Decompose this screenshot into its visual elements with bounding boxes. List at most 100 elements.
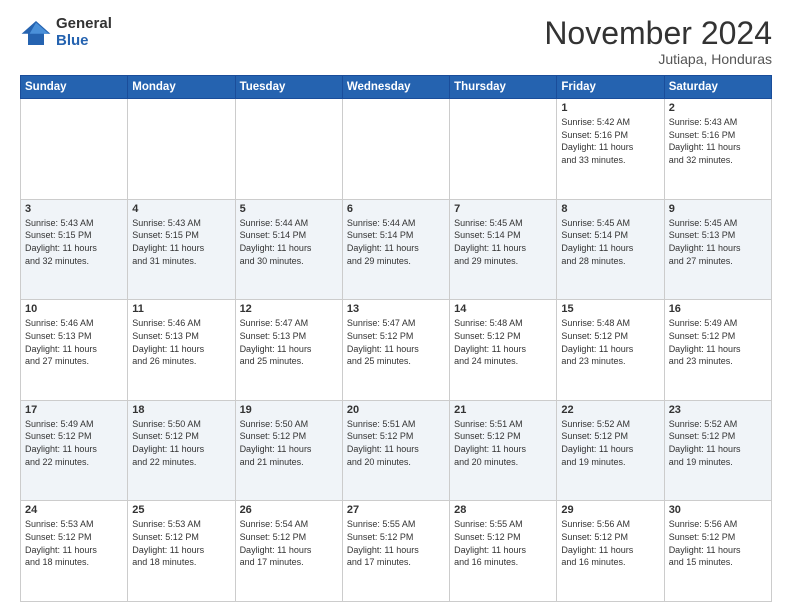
calendar-cell: 17 Sunrise: 5:49 AM Sunset: 5:12 PM Dayli…: [21, 400, 128, 501]
logo-text: General Blue: [56, 16, 112, 49]
day-info: Sunrise: 5:47 AM Sunset: 5:13 PM Dayligh…: [240, 317, 338, 367]
day-info: Sunrise: 5:46 AM Sunset: 5:13 PM Dayligh…: [132, 317, 230, 367]
calendar-cell: [342, 99, 449, 200]
weekday-header-row: SundayMondayTuesdayWednesdayThursdayFrid…: [21, 76, 772, 99]
day-number: 22: [561, 404, 659, 416]
calendar-cell: 26 Sunrise: 5:54 AM Sunset: 5:12 PM Dayli…: [235, 501, 342, 602]
calendar-cell: 2Sunrise: 5:43 AM Sunset: 5:16 PM Daylig…: [664, 99, 771, 200]
day-number: 13: [347, 303, 445, 315]
calendar-cell: 30 Sunrise: 5:56 AM Sunset: 5:12 PM Dayli…: [664, 501, 771, 602]
day-number: 26: [240, 504, 338, 516]
day-number: 17: [25, 404, 123, 416]
week-row-1: 1 Sunrise: 5:42 AM Sunset: 5:16 PM Daylig…: [21, 99, 772, 200]
day-number: 23: [669, 404, 767, 416]
day-number: 12: [240, 303, 338, 315]
day-number: 30: [669, 504, 767, 516]
day-number: 6: [347, 203, 445, 215]
weekday-header-friday: Friday: [557, 76, 664, 99]
day-info: Sunrise: 5:48 AM Sunset: 5:12 PM Dayligh…: [454, 317, 552, 367]
calendar-cell: 28 Sunrise: 5:55 AM Sunset: 5:12 PM Dayli…: [450, 501, 557, 602]
day-number: 18: [132, 404, 230, 416]
day-info: Sunrise: 5:47 AM Sunset: 5:12 PM Dayligh…: [347, 317, 445, 367]
logo-icon: [20, 19, 52, 47]
month-title: November 2024: [544, 16, 772, 51]
day-info: Sunrise: 5:49 AM Sunset: 5:12 PM Dayligh…: [669, 317, 767, 367]
location: Jutiapa, Honduras: [544, 51, 772, 67]
week-row-5: 24 Sunrise: 5:53 AM Sunset: 5:12 PM Dayli…: [21, 501, 772, 602]
day-number: 20: [347, 404, 445, 416]
day-info: Sunrise: 5:48 AM Sunset: 5:12 PM Dayligh…: [561, 317, 659, 367]
calendar-cell: 16 Sunrise: 5:49 AM Sunset: 5:12 PM Dayli…: [664, 300, 771, 401]
day-info: Sunrise: 5:46 AM Sunset: 5:13 PM Dayligh…: [25, 317, 123, 367]
day-number: 15: [561, 303, 659, 315]
day-info: Sunrise: 5:44 AM Sunset: 5:14 PM Dayligh…: [240, 217, 338, 267]
day-info: Sunrise: 5:50 AM Sunset: 5:12 PM Dayligh…: [132, 418, 230, 468]
calendar-cell: 13 Sunrise: 5:47 AM Sunset: 5:12 PM Dayli…: [342, 300, 449, 401]
day-number: 27: [347, 504, 445, 516]
day-info: Sunrise: 5:42 AM Sunset: 5:16 PM Dayligh…: [561, 116, 659, 166]
day-number: 8: [561, 203, 659, 215]
day-number: 21: [454, 404, 552, 416]
weekday-header-wednesday: Wednesday: [342, 76, 449, 99]
day-number: 14: [454, 303, 552, 315]
week-row-3: 10 Sunrise: 5:46 AM Sunset: 5:13 PM Dayli…: [21, 300, 772, 401]
day-info: Sunrise: 5:45 AM Sunset: 5:13 PM Dayligh…: [669, 217, 767, 267]
day-info: Sunrise: 5:53 AM Sunset: 5:12 PM Dayligh…: [25, 518, 123, 568]
logo: General Blue: [20, 16, 112, 49]
calendar-cell: 24 Sunrise: 5:53 AM Sunset: 5:12 PM Dayli…: [21, 501, 128, 602]
day-number: 1: [561, 102, 659, 114]
calendar-cell: [450, 99, 557, 200]
day-info: Sunrise: 5:45 AM Sunset: 5:14 PM Dayligh…: [454, 217, 552, 267]
day-info: Sunrise: 5:56 AM Sunset: 5:12 PM Dayligh…: [669, 518, 767, 568]
day-info: Sunrise: 5:44 AM Sunset: 5:14 PM Dayligh…: [347, 217, 445, 267]
week-row-4: 17 Sunrise: 5:49 AM Sunset: 5:12 PM Dayli…: [21, 400, 772, 501]
header: General Blue November 2024 Jutiapa, Hond…: [20, 16, 772, 67]
day-info: Sunrise: 5:45 AM Sunset: 5:14 PM Dayligh…: [561, 217, 659, 267]
day-info: Sunrise: 5:55 AM Sunset: 5:12 PM Dayligh…: [454, 518, 552, 568]
calendar: SundayMondayTuesdayWednesdayThursdayFrid…: [20, 75, 772, 602]
day-info: Sunrise: 5:52 AM Sunset: 5:12 PM Dayligh…: [669, 418, 767, 468]
calendar-cell: 7 Sunrise: 5:45 AM Sunset: 5:14 PM Daylig…: [450, 199, 557, 300]
weekday-header-saturday: Saturday: [664, 76, 771, 99]
calendar-cell: 5 Sunrise: 5:44 AM Sunset: 5:14 PM Daylig…: [235, 199, 342, 300]
calendar-cell: 4 Sunrise: 5:43 AM Sunset: 5:15 PM Daylig…: [128, 199, 235, 300]
day-info: Sunrise: 5:43 AM Sunset: 5:15 PM Dayligh…: [25, 217, 123, 267]
day-info: Sunrise: 5:56 AM Sunset: 5:12 PM Dayligh…: [561, 518, 659, 568]
calendar-cell: 18 Sunrise: 5:50 AM Sunset: 5:12 PM Dayli…: [128, 400, 235, 501]
weekday-header-tuesday: Tuesday: [235, 76, 342, 99]
day-number: 28: [454, 504, 552, 516]
day-info: Sunrise: 5:53 AM Sunset: 5:12 PM Dayligh…: [132, 518, 230, 568]
calendar-cell: 8 Sunrise: 5:45 AM Sunset: 5:14 PM Daylig…: [557, 199, 664, 300]
day-number: 7: [454, 203, 552, 215]
calendar-cell: 23 Sunrise: 5:52 AM Sunset: 5:12 PM Dayli…: [664, 400, 771, 501]
day-number: 9: [669, 203, 767, 215]
day-number: 11: [132, 303, 230, 315]
day-number: 29: [561, 504, 659, 516]
day-info: Sunrise: 5:55 AM Sunset: 5:12 PM Dayligh…: [347, 518, 445, 568]
day-number: 19: [240, 404, 338, 416]
day-info: Sunrise: 5:43 AM Sunset: 5:15 PM Dayligh…: [132, 217, 230, 267]
calendar-cell: 1 Sunrise: 5:42 AM Sunset: 5:16 PM Daylig…: [557, 99, 664, 200]
calendar-cell: [235, 99, 342, 200]
day-info: Sunrise: 5:51 AM Sunset: 5:12 PM Dayligh…: [454, 418, 552, 468]
day-number: 5: [240, 203, 338, 215]
day-number: 24: [25, 504, 123, 516]
day-info: Sunrise: 5:49 AM Sunset: 5:12 PM Dayligh…: [25, 418, 123, 468]
calendar-cell: 11 Sunrise: 5:46 AM Sunset: 5:13 PM Dayli…: [128, 300, 235, 401]
day-info: Sunrise: 5:54 AM Sunset: 5:12 PM Dayligh…: [240, 518, 338, 568]
day-info: Sunrise: 5:51 AM Sunset: 5:12 PM Dayligh…: [347, 418, 445, 468]
title-block: November 2024 Jutiapa, Honduras: [544, 16, 772, 67]
day-number: 2: [669, 102, 767, 114]
day-number: 16: [669, 303, 767, 315]
day-number: 4: [132, 203, 230, 215]
calendar-cell: 27 Sunrise: 5:55 AM Sunset: 5:12 PM Dayli…: [342, 501, 449, 602]
weekday-header-monday: Monday: [128, 76, 235, 99]
page: General Blue November 2024 Jutiapa, Hond…: [0, 0, 792, 612]
calendar-cell: 10 Sunrise: 5:46 AM Sunset: 5:13 PM Dayli…: [21, 300, 128, 401]
calendar-cell: 6 Sunrise: 5:44 AM Sunset: 5:14 PM Daylig…: [342, 199, 449, 300]
day-number: 3: [25, 203, 123, 215]
day-number: 10: [25, 303, 123, 315]
calendar-cell: 21 Sunrise: 5:51 AM Sunset: 5:12 PM Dayli…: [450, 400, 557, 501]
weekday-header-thursday: Thursday: [450, 76, 557, 99]
day-info: Sunrise: 5:52 AM Sunset: 5:12 PM Dayligh…: [561, 418, 659, 468]
